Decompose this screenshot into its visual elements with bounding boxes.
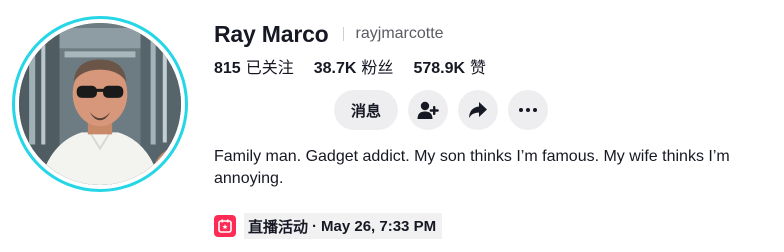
live-event-separator: · (312, 217, 318, 235)
stat-following-count: 815 (214, 60, 241, 77)
stat-likes[interactable]: 578.9K 赞 (413, 54, 486, 78)
live-event-datetime: May 26, 7:33 PM (321, 217, 437, 235)
stat-followers-label: 粉丝 (361, 60, 394, 77)
stat-followers[interactable]: 38.7K 粉丝 (314, 54, 394, 78)
message-button[interactable]: 消息 (334, 90, 398, 130)
more-dots-icon (519, 108, 537, 112)
name-divider (342, 27, 344, 41)
live-event[interactable]: 直播活动 · May 26, 7:33 PM (214, 212, 443, 240)
add-user-icon (417, 101, 439, 119)
avatar-ring[interactable] (12, 16, 188, 192)
stat-following-label: 已关注 (245, 60, 294, 77)
stats-row: 815 已关注 38.7K 粉丝 578.9K 赞 (214, 54, 506, 78)
live-calendar-icon (214, 215, 236, 237)
follow-button[interactable] (408, 90, 448, 130)
avatar[interactable] (19, 23, 181, 185)
name-row: Ray Marco rayjmarcotte (214, 18, 444, 50)
stat-likes-count: 578.9K (413, 60, 466, 77)
stat-likes-label: 赞 (470, 60, 487, 77)
bio-text: Family man. Gadget addict. My son thinks… (214, 148, 730, 187)
display-name: Ray Marco (214, 20, 329, 47)
actions-row: 消息 (334, 90, 558, 130)
live-event-chip[interactable]: 直播活动 · May 26, 7:33 PM (244, 213, 443, 239)
share-button[interactable] (458, 90, 498, 130)
live-event-label: 直播活动 (248, 217, 309, 236)
more-button[interactable] (508, 90, 548, 130)
profile-photo-icon (19, 23, 181, 185)
stat-following[interactable]: 815 已关注 (214, 54, 294, 78)
username: rayjmarcotte (355, 25, 444, 42)
share-arrow-icon (469, 102, 487, 118)
stat-followers-count: 38.7K (313, 60, 357, 77)
